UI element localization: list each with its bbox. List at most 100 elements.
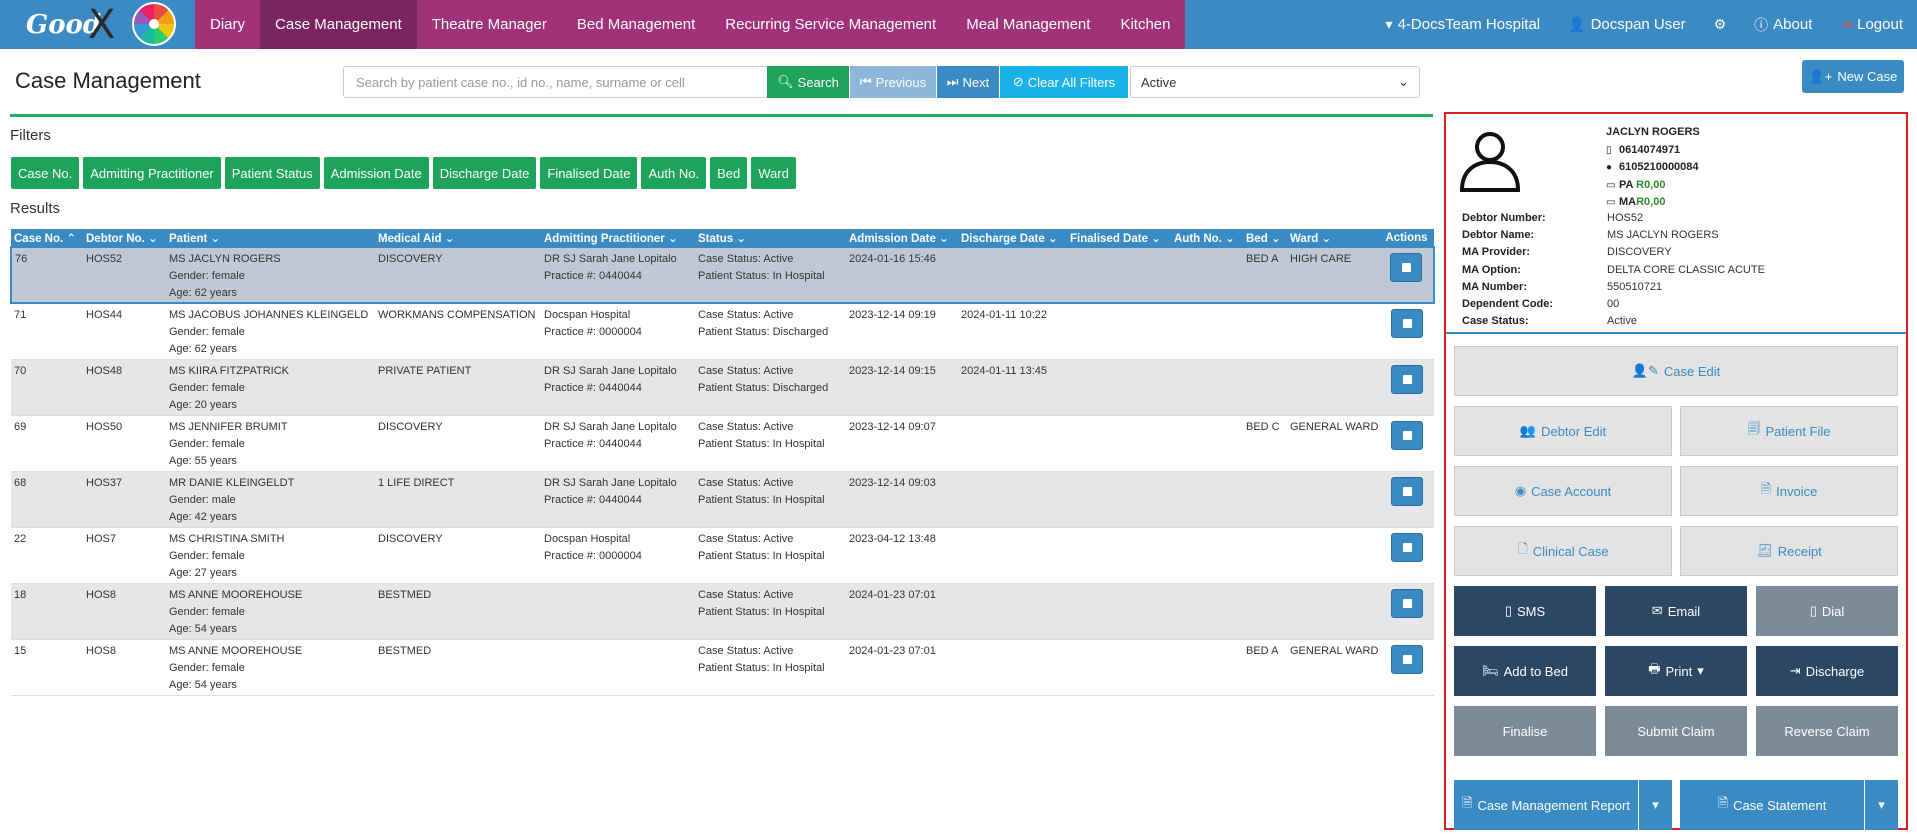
col-bed[interactable]: Bed ⌄ (1243, 229, 1287, 247)
add-to-bed-button[interactable]: 🛏︎ Add to Bed (1454, 646, 1596, 696)
filter-admission-date[interactable]: Admission Date (323, 157, 429, 189)
patient-pa: ▭ PA R0,00 (1606, 177, 1700, 195)
nav-kitchen[interactable]: Kitchen (1105, 0, 1185, 49)
nav-recurring-service-management[interactable]: Recurring Service Management (710, 0, 951, 49)
finalise-button[interactable]: Finalise (1454, 706, 1596, 756)
debtor-edit-button[interactable]: 👥 Debtor Edit (1454, 406, 1672, 456)
filter-case-no[interactable]: Case No. (11, 157, 80, 189)
row-action-button[interactable] (1390, 253, 1422, 282)
row-action-button[interactable] (1390, 420, 1423, 450)
results-body: 76 HOS52 MS JACLYN ROGERS Gender: female Age… (10, 246, 1435, 696)
settings-button[interactable]: ⚙ (1700, 16, 1741, 33)
table-row[interactable]: 71 HOS44 MS JACOBUS JOHANNES KLEINGELD Gend… (11, 303, 1434, 360)
col-finalised-date[interactable]: Finalised Date ⌄ (1067, 229, 1171, 247)
about-link[interactable]: ⓘ About (1740, 15, 1826, 35)
cell-line: 15 (14, 644, 27, 657)
nav-bed-management[interactable]: Bed Management (562, 0, 710, 49)
case-management-report-button[interactable]: 🗎 Case Management Report ▾ (1454, 780, 1672, 830)
cell-line: Age: 54 years (169, 678, 237, 691)
cell-finalised-date (1067, 246, 1171, 304)
chevron-down-icon: ⌄ (1270, 232, 1281, 245)
user-icon: ● (1606, 162, 1613, 173)
filter-admitting-practitioner[interactable]: Admitting Practitioner (83, 157, 221, 189)
logout-link[interactable]: ⇥ Logout (1826, 16, 1917, 33)
col-patient[interactable]: Patient ⌄ (166, 229, 375, 247)
col-medical-aid[interactable]: Medical Aid ⌄ (375, 229, 541, 247)
nav-meal-management[interactable]: Meal Management (951, 0, 1105, 49)
cell-line: 2024-01-23 07:01 (849, 588, 936, 601)
case-edit-button[interactable]: 👤✎ Case Edit (1454, 346, 1898, 396)
cell-auth-no (1171, 359, 1243, 416)
page-title: Case Management (15, 68, 201, 93)
clinical-case-button[interactable]: 🗋 Clinical Case (1454, 526, 1672, 576)
filter-ward[interactable]: Ward (751, 157, 796, 189)
nav-case-management[interactable]: Case Management (260, 0, 417, 49)
col-auth-no[interactable]: Auth No. ⌄ (1171, 229, 1243, 247)
next-button[interactable]: ⏭︎ Next (937, 66, 999, 98)
clear-filters-button[interactable]: ⊘ Clear All Filters (1000, 66, 1128, 98)
status-select[interactable]: Active ⌄ (1130, 66, 1420, 98)
print-button[interactable]: 🖶 Print ▾ (1605, 646, 1747, 696)
col-admission-date-label: Admission Date (849, 232, 936, 245)
table-row[interactable]: 15 HOS8 MS ANNE MOOREHOUSE Gender: female Ag… (11, 639, 1434, 696)
table-row[interactable]: 70 HOS48 MS KIIRA FITZPATRICK Gender: femal… (11, 359, 1434, 416)
table-header: Case No. ⌃ Debtor No. ⌄ Patient ⌄ Medica… (11, 229, 1434, 247)
cell-line: PRIVATE PATIENT (378, 364, 472, 377)
col-discharge-date[interactable]: Discharge Date ⌄ (958, 229, 1067, 247)
table-row[interactable]: 69 HOS50 MS JENNIFER BRUMIT Gender: female A… (11, 415, 1434, 472)
hospital-dropdown[interactable]: ▾ 4-DocsTeam Hospital (1372, 16, 1555, 33)
col-admission-date[interactable]: Admission Date ⌄ (846, 229, 958, 247)
discharge-button[interactable]: ⇥ Discharge (1756, 646, 1898, 696)
col-case-no[interactable]: Case No. ⌃ (11, 229, 83, 247)
sms-button[interactable]: ▯ SMS (1454, 586, 1596, 636)
cell-line: Case Status: Active (698, 253, 794, 265)
nav-theatre-manager[interactable]: Theatre Manager (417, 0, 562, 49)
filter-finalised-date[interactable]: Finalised Date (540, 157, 638, 189)
caret-down-icon[interactable]: ▾ (1638, 780, 1672, 830)
row-action-button[interactable] (1390, 309, 1423, 338)
row-action-button[interactable] (1390, 588, 1423, 618)
caret-down-icon[interactable]: ▾ (1864, 780, 1898, 830)
case-account-button[interactable]: ◉ Case Account (1454, 466, 1672, 516)
user-menu[interactable]: 👤 Docspan User (1554, 16, 1699, 33)
row-action-button[interactable] (1390, 644, 1423, 674)
row-action-button[interactable] (1390, 476, 1423, 506)
cell-debtor-no: HOS44 (83, 303, 166, 360)
new-case-button[interactable]: 👤+ New Case (1802, 60, 1904, 93)
cell-bed: BED A (1243, 246, 1287, 304)
goodx-logo[interactable]: Good X (0, 0, 195, 49)
table-row[interactable]: 76 HOS52 MS JACLYN ROGERS Gender: female Age… (10, 246, 1435, 304)
col-debtor-no[interactable]: Debtor No. ⌄ (83, 229, 166, 247)
previous-button[interactable]: ⏮︎ Previous (850, 66, 936, 98)
filter-auth-no[interactable]: Auth No. (641, 157, 707, 189)
reverse-claim-button[interactable]: Reverse Claim (1756, 706, 1898, 756)
cell-line: 2023-12-14 09:19 (849, 309, 936, 321)
invoice-button[interactable]: 🗎 Invoice (1680, 466, 1898, 516)
cell-line: BESTMED (378, 588, 432, 601)
detail-label: MA Number: (1462, 280, 1527, 293)
table-row[interactable]: 18 HOS8 MS ANNE MOOREHOUSE Gender: female Ag… (11, 583, 1434, 640)
row-action-button[interactable] (1390, 364, 1423, 394)
cell-debtor-no: HOS48 (83, 359, 166, 416)
col-ward[interactable]: Ward ⌄ (1287, 229, 1379, 247)
receipt-button[interactable]: 🧾︎ Receipt (1680, 526, 1898, 576)
table-row[interactable]: 22 HOS7 MS CHRISTINA SMITH Gender: female Ag… (11, 527, 1434, 584)
patient-file-button[interactable]: 🗐 Patient File (1680, 406, 1898, 456)
email-button[interactable]: ✉ Email (1605, 586, 1747, 636)
filter-bed[interactable]: Bed (710, 157, 748, 189)
search-input[interactable] (343, 66, 768, 98)
filter-patient-status[interactable]: Patient Status (224, 157, 320, 189)
submit-claim-button[interactable]: Submit Claim (1605, 706, 1747, 756)
cell-line: Gender: female (169, 549, 245, 562)
search-button[interactable]: 🔍︎ Search (767, 66, 849, 98)
case-statement-button[interactable]: 🗎 Case Statement ▾ (1680, 780, 1898, 830)
sms-label: SMS (1516, 603, 1546, 619)
sign-out-icon: ⇥ (1789, 663, 1801, 678)
row-action-button[interactable] (1390, 532, 1423, 562)
col-status[interactable]: Status ⌄ (695, 229, 846, 247)
dial-button[interactable]: ▯ Dial (1756, 586, 1898, 636)
col-admitting-practitioner[interactable]: Admitting Practitioner ⌄ (541, 229, 695, 247)
nav-diary[interactable]: Diary (195, 0, 260, 49)
table-row[interactable]: 68 HOS37 MR DANIE KLEINGELDT Gender: male Ag… (11, 471, 1434, 528)
filter-discharge-date[interactable]: Discharge Date (432, 157, 537, 189)
